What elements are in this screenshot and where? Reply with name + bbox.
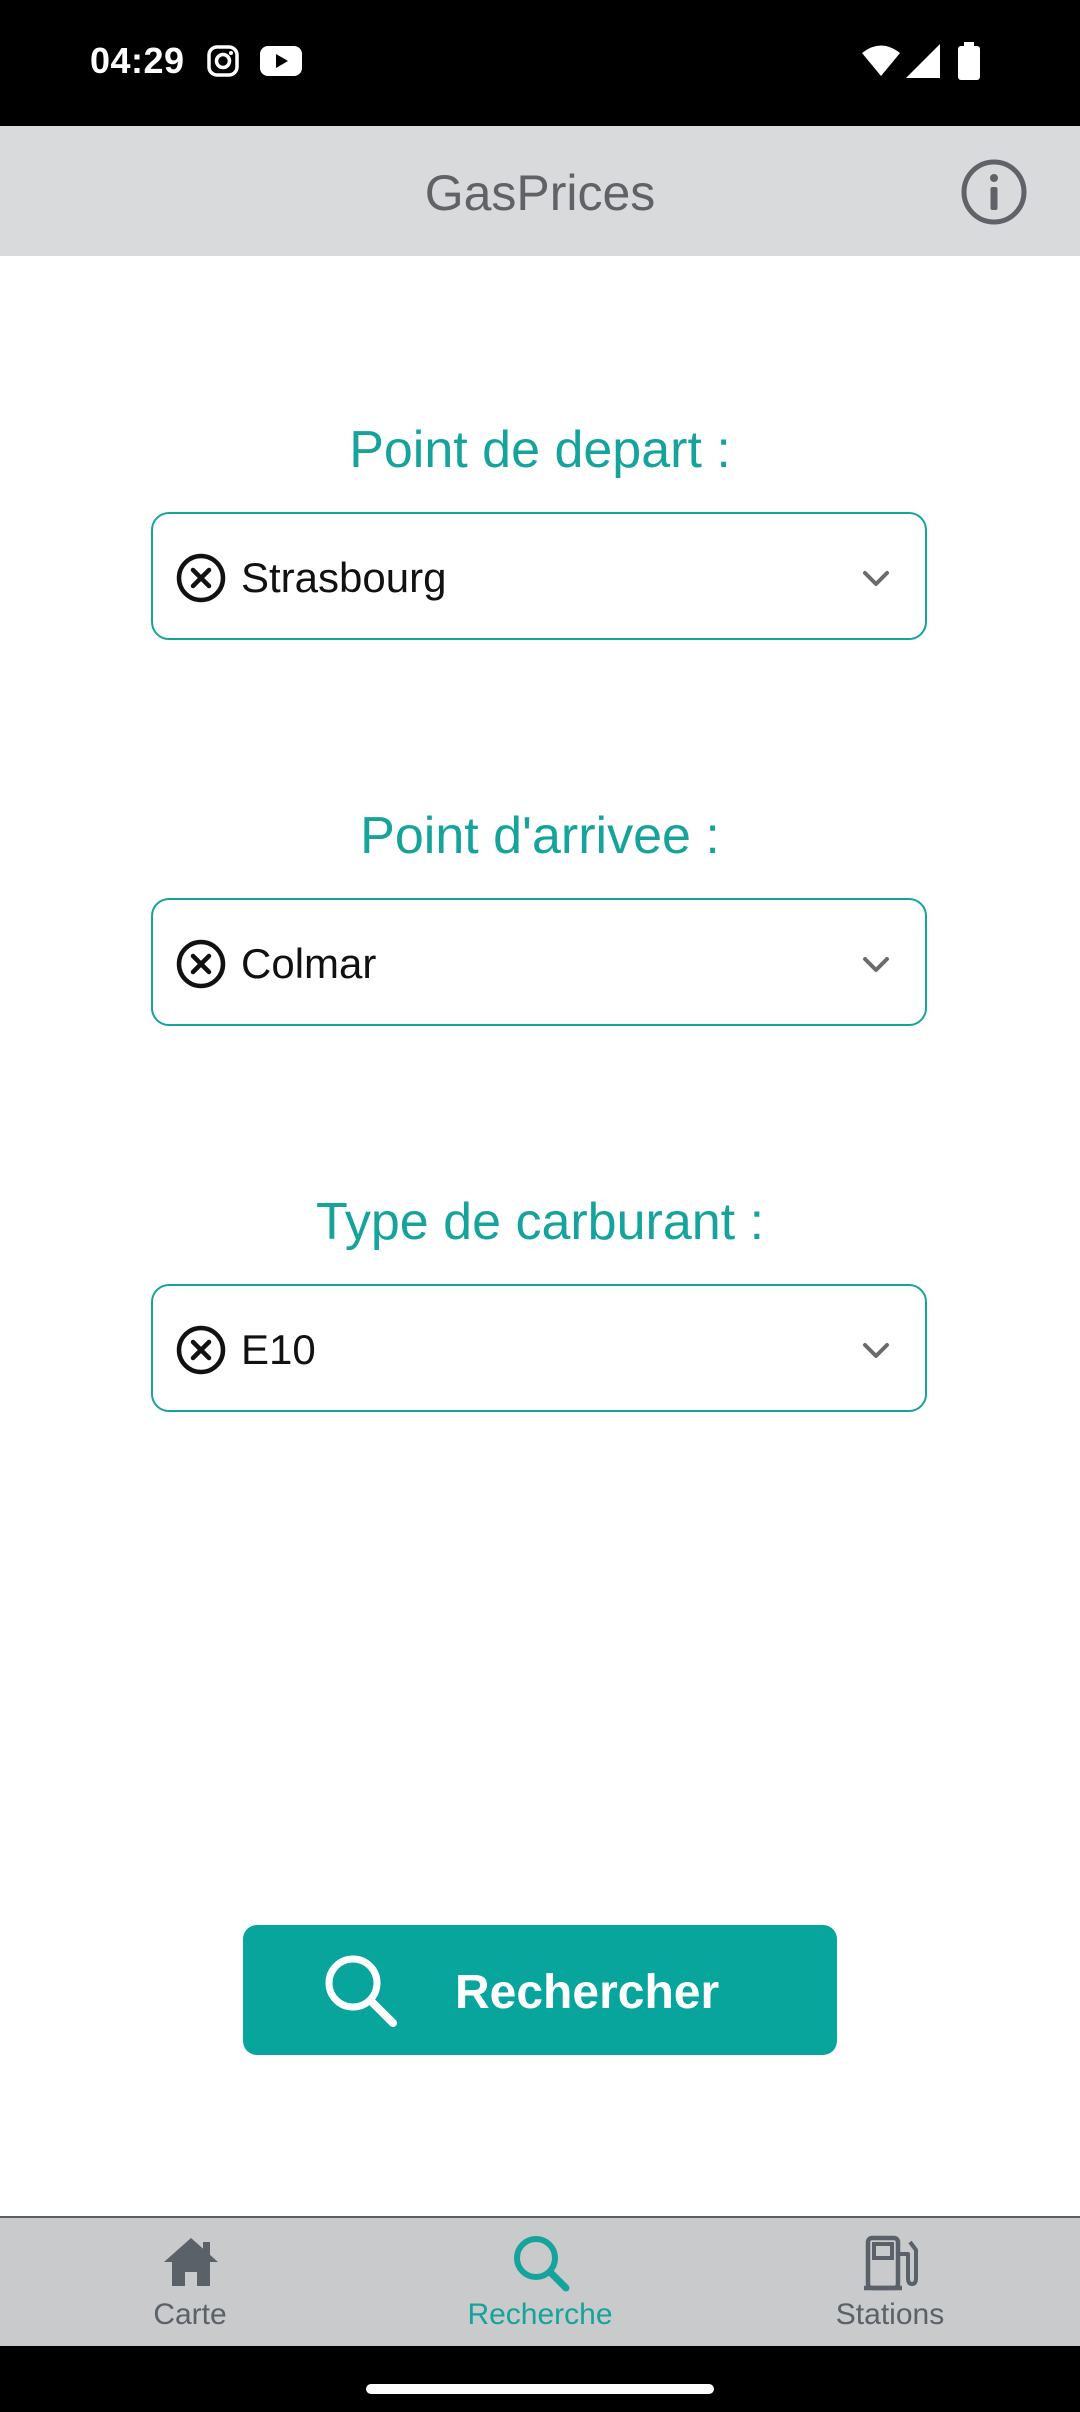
arrival-select[interactable]: Colmar [151,898,927,1026]
nav-item-recherche[interactable]: Recherche [360,2218,720,2346]
clear-arrival-icon[interactable] [175,938,227,990]
info-icon [961,159,1027,225]
chevron-down-icon [863,571,889,586]
clear-departure-icon[interactable] [175,552,227,604]
search-button-label: Rechercher [455,1966,720,2019]
chevron-down-icon [863,1343,889,1358]
fuel-type-label: Type de carburant : [315,1193,765,1251]
chevron-down-icon [863,957,889,972]
fuel-type-value: E10 [241,1326,316,1373]
search-button[interactable]: Rechercher [243,1925,837,2055]
app-bar: GasPrices [0,126,1080,256]
nav-label-carte: Carte [153,2298,227,2331]
app-title: GasPrices [424,165,656,221]
gas-pump-icon [864,2235,918,2291]
cell-signal-icon [906,44,940,83]
departure-label: Point de depart : [349,421,731,479]
status-time: 04:29 [90,40,185,81]
nav-label-stations: Stations [835,2298,945,2331]
info-button[interactable] [958,156,1030,228]
system-nav-bar [0,2346,1080,2412]
battery-icon [958,42,980,85]
bottom-nav: Carte Recherche Stations [0,2216,1080,2346]
clear-fuel-type-icon[interactable] [175,1324,227,1376]
instagram-icon [206,44,240,83]
search-icon [514,2236,570,2292]
nav-item-carte[interactable]: Carte [10,2218,370,2346]
youtube-icon [260,46,302,81]
departure-value: Strasbourg [241,554,447,601]
wifi-icon [862,44,900,83]
search-icon [325,1955,397,2027]
departure-select[interactable]: Strasbourg [151,512,927,640]
home-icon [164,2238,218,2286]
nav-label-recherche: Recherche [467,2298,613,2331]
home-indicator[interactable] [366,2384,714,2394]
fuel-type-select[interactable]: E10 [151,1284,927,1412]
arrival-value: Colmar [241,940,377,987]
arrival-label: Point d'arrivee : [360,807,720,865]
nav-item-stations[interactable]: Stations [710,2218,1070,2346]
status-bar: 04:29 [0,0,1080,126]
